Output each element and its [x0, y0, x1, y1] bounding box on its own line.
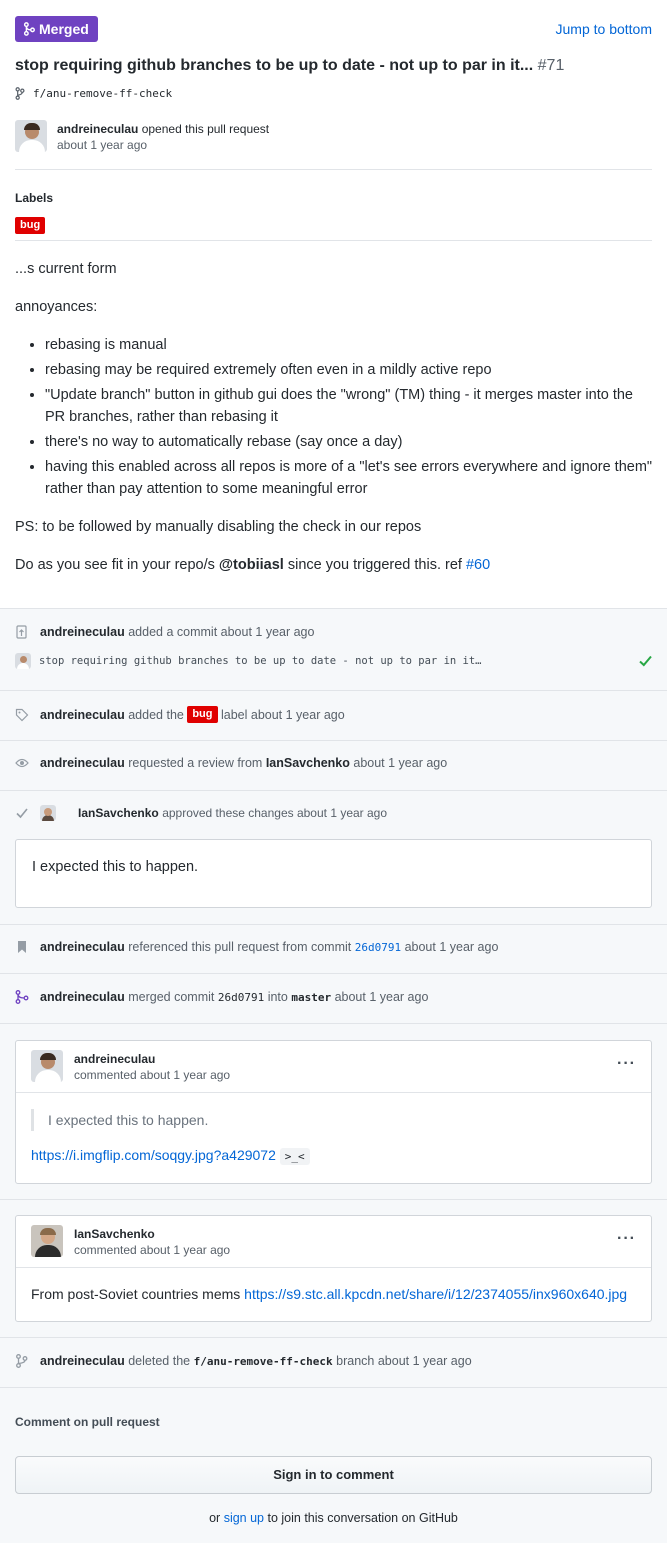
timeline-approved: IanSavchenko approved these changes abou… [15, 805, 652, 821]
event-username[interactable]: andreineculau [40, 756, 125, 770]
tag-icon [15, 708, 29, 721]
commit-message-link[interactable]: stop requiring github branches to be up … [39, 655, 482, 667]
description-paragraph: Do as you see fit in your repo/s @tobiia… [15, 557, 491, 573]
more-options-icon[interactable]: ··· [617, 1230, 636, 1248]
list-item: "Update branch" button in github gui doe… [45, 384, 655, 428]
sign-up-link[interactable]: sign up [224, 1511, 264, 1525]
merge-icon [23, 22, 35, 36]
opener-action: opened this pull request [141, 122, 270, 136]
timeline-divider [0, 973, 667, 974]
comment-link[interactable]: https://s9.stc.all.kpcdn.net/share/i/12/… [244, 1286, 627, 1302]
more-options-icon[interactable]: ··· [617, 1055, 636, 1073]
timeline-merged: andreineculau merged commit 26d0791 into… [15, 990, 652, 1004]
labels-heading: Labels [15, 191, 54, 205]
comment-body: From post-Soviet countries mems https://… [31, 1286, 628, 1302]
comment-body: I expected this to happen. https://i.img… [16, 1093, 651, 1177]
description-paragraph: PS: to be followed by manually disabling… [15, 519, 422, 535]
timeline-review-requested: andreineculau requested a review from Ia… [15, 756, 652, 770]
timeline-divider [0, 740, 667, 741]
eye-icon [15, 758, 29, 768]
avatar[interactable] [31, 1050, 63, 1082]
comment-author[interactable]: IanSavchenko [74, 1227, 155, 1241]
comment-time: commented about 1 year ago [74, 1243, 231, 1257]
timeline-divider [0, 1023, 667, 1024]
review-comment: I expected this to happen. [15, 839, 652, 908]
branch-name: f/anu-remove-ff-check [33, 87, 173, 100]
event-username[interactable]: andreineculau [40, 1354, 125, 1368]
branch-icon [15, 87, 25, 100]
list-item: rebasing is manual [45, 334, 655, 356]
commit-sha[interactable]: 26d0791 [218, 991, 264, 1004]
timeline-divider [0, 790, 667, 791]
pr-title: stop requiring github branches to be up … [15, 57, 655, 75]
comment-header: andreineculau commented about 1 year ago… [16, 1041, 651, 1093]
timeline-label-added: andreineculau added the bug label about … [15, 706, 652, 723]
pr-header: Merged Jump to bottom [15, 16, 652, 42]
repo-push-icon [16, 625, 27, 639]
event-username[interactable]: andreineculau [40, 940, 125, 954]
comment: andreineculau commented about 1 year ago… [15, 1040, 652, 1184]
description-paragraph: annoyances: [15, 299, 98, 315]
comment-author[interactable]: andreineculau [74, 1052, 155, 1066]
list-item: having this enabled across all repos is … [45, 456, 655, 500]
merged-status-label: Merged [39, 21, 89, 37]
timeline-divider [0, 924, 667, 925]
timeline-divider [0, 690, 667, 691]
signup-prompt: or sign up to join this conversation on … [209, 1511, 458, 1525]
commit-sha-link[interactable]: 26d0791 [355, 941, 401, 954]
divider [15, 169, 652, 170]
comment-heading: Comment on pull request [15, 1415, 160, 1429]
pr-branch: f/anu-remove-ff-check [15, 87, 172, 100]
timeline-branch-deleted: andreineculau deleted the f/anu-remove-f… [15, 1354, 652, 1368]
quoted-text: I expected this to happen. [31, 1109, 636, 1131]
event-username[interactable]: andreineculau [40, 708, 125, 722]
avatar[interactable] [15, 120, 47, 152]
check-icon[interactable] [639, 655, 652, 667]
comment: IanSavchenko commented about 1 year ago … [15, 1215, 652, 1322]
comment-link[interactable]: https://i.imgflip.com/soqgy.jpg?a429072 [31, 1147, 276, 1163]
avatar[interactable] [15, 653, 31, 669]
list-item: rebasing may be required extremely often… [45, 359, 655, 381]
label-bug[interactable]: bug [187, 706, 218, 723]
deleted-branch-name: f/anu-remove-ff-check [193, 1354, 333, 1368]
merge-icon [15, 990, 29, 1004]
timeline-referenced: andreineculau referenced this pull reque… [15, 940, 652, 954]
opener-username[interactable]: andreineculau [57, 122, 138, 136]
user-mention[interactable]: @tobiiasl [219, 557, 284, 573]
event-username[interactable]: andreineculau [40, 990, 125, 1004]
branch-icon [16, 1354, 28, 1368]
issue-reference-link[interactable]: #60 [466, 557, 490, 573]
timeline-divider [0, 1337, 667, 1338]
opener-time: about 1 year ago [57, 138, 148, 152]
inline-code: >_< [279, 1148, 310, 1165]
review-comment-text: I expected this to happen. [32, 859, 199, 875]
labels-list: bug [15, 215, 46, 234]
label-bug[interactable]: bug [15, 217, 46, 234]
avatar[interactable] [31, 1225, 63, 1257]
check-icon [16, 808, 28, 819]
bookmark-icon [18, 941, 26, 953]
event-username[interactable]: IanSavchenko [78, 806, 159, 820]
pr-title-text: stop requiring github branches to be up … [15, 57, 534, 74]
merged-status-badge: Merged [15, 16, 98, 42]
list-item: there's no way to automatically rebase (… [45, 431, 655, 453]
reviewer-username[interactable]: IanSavchenko [266, 756, 350, 770]
comment-time: commented about 1 year ago [74, 1068, 231, 1082]
description-paragraph: ...s current form [15, 261, 117, 277]
comment-header: IanSavchenko commented about 1 year ago … [16, 1216, 651, 1268]
sign-in-to-comment-button[interactable]: Sign in to comment [15, 1456, 652, 1494]
avatar[interactable] [40, 805, 56, 821]
base-branch[interactable]: master [291, 991, 331, 1004]
timeline-divider [0, 1387, 667, 1388]
event-username[interactable]: andreineculau [40, 625, 125, 639]
jump-to-bottom-link[interactable]: Jump to bottom [556, 21, 653, 37]
pr-number: #71 [537, 57, 565, 74]
timeline-commit-added: andreineculau added a commit about 1 yea… [15, 625, 652, 639]
pr-description: ...s current form annoyances: rebasing i… [15, 258, 655, 592]
timeline-commit-row: stop requiring github branches to be up … [15, 653, 652, 669]
divider [15, 240, 652, 241]
annoyances-list: rebasing is manual rebasing may be requi… [45, 334, 655, 500]
timeline-divider [0, 1199, 667, 1200]
